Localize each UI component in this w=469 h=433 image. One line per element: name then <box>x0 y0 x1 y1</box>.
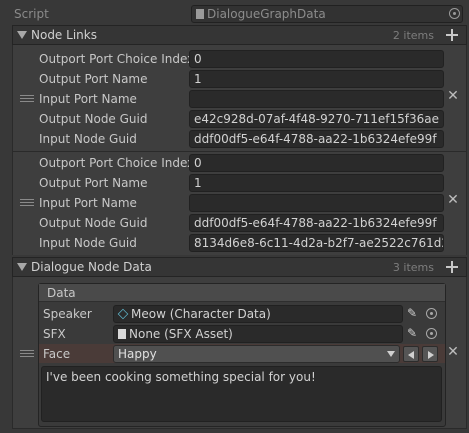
output-port-name-field-1[interactable]: 1 <box>189 70 444 88</box>
remove-item-icon[interactable]: ✕ <box>447 345 459 359</box>
drag-handle-icon[interactable] <box>20 350 34 358</box>
output-port-name-label-2: Output Port Name <box>39 176 148 190</box>
document-icon <box>118 329 126 339</box>
remove-item-icon[interactable]: ✕ <box>447 89 459 103</box>
face-value: Happy <box>118 347 157 361</box>
input-port-name-field-2[interactable] <box>189 194 444 212</box>
input-node-guid-label-1: Input Node Guid <box>39 132 137 146</box>
speaker-label: Speaker <box>43 307 92 321</box>
face-label: Face <box>43 347 71 361</box>
drag-handle-icon[interactable] <box>20 199 34 207</box>
chevron-down-icon <box>387 351 395 357</box>
data-box-title: Data <box>47 286 76 300</box>
add-dialogue-node-button[interactable] <box>444 259 460 275</box>
input-node-guid-field-2[interactable]: 8134d6e8-6c11-4d2a-b2f7-ae2522c761d2 <box>189 234 444 252</box>
sfx-label: SFX <box>43 327 66 341</box>
script-label: Script <box>14 7 49 21</box>
remove-item-icon[interactable]: ✕ <box>447 193 459 207</box>
object-picker-icon[interactable] <box>449 8 460 19</box>
output-node-guid-label-2: Output Node Guid <box>39 216 148 230</box>
outport-choice-field-1[interactable]: 0 <box>189 50 444 68</box>
arrow-right-icon <box>428 351 434 359</box>
input-node-guid-field-1[interactable]: ddf00df5-e64f-4788-aa22-1b6324efe99f <box>189 130 444 148</box>
dialogue-text-area[interactable]: I've been cooking something special for … <box>41 366 442 422</box>
output-node-guid-label-1: Output Node Guid <box>39 112 148 126</box>
sfx-field[interactable]: None (SFX Asset) <box>113 325 403 343</box>
input-port-name-label-2: Input Port Name <box>39 196 137 210</box>
character-asset-icon <box>117 308 129 320</box>
arrow-left-icon <box>408 351 414 359</box>
node-links-count: 2 items <box>392 29 434 42</box>
sfx-value: None (SFX Asset) <box>129 327 233 341</box>
script-file-icon <box>196 9 204 19</box>
node-links-title: Node Links <box>31 28 97 42</box>
drag-handle-icon[interactable] <box>20 95 34 103</box>
input-port-name-field-1[interactable] <box>189 90 444 108</box>
foldout-arrow-icon[interactable] <box>17 31 27 39</box>
script-value: DialogueGraphData <box>207 7 326 21</box>
object-picker-icon[interactable] <box>426 328 437 339</box>
item-divider <box>12 151 467 152</box>
dialogue-node-data-header[interactable]: Dialogue Node Data 3 items <box>12 257 467 277</box>
speaker-value: Meow (Character Data) <box>131 307 271 321</box>
input-port-name-label-1: Input Port Name <box>39 92 137 106</box>
face-dropdown[interactable]: Happy <box>113 345 400 363</box>
output-node-guid-field-1[interactable]: e42c928d-07af-4f48-9270-711ef15f36ae <box>189 110 444 128</box>
speaker-field[interactable]: Meow (Character Data) <box>113 305 403 323</box>
node-links-header[interactable]: Node Links 2 items <box>12 25 467 45</box>
script-field[interactable]: DialogueGraphData <box>191 5 463 23</box>
outport-choice-field-2[interactable]: 0 <box>189 154 444 172</box>
output-node-guid-field-2[interactable]: ddf00df5-e64f-4788-aa22-1b6324efe99f <box>189 214 444 232</box>
dialogue-node-data-title: Dialogue Node Data <box>31 260 152 274</box>
edit-pencil-icon[interactable]: ✎ <box>407 306 419 320</box>
next-face-button[interactable] <box>422 346 438 362</box>
dialogue-node-data-count: 3 items <box>392 261 434 274</box>
output-port-name-field-2[interactable]: 1 <box>189 174 444 192</box>
add-node-link-button[interactable] <box>444 27 460 43</box>
output-port-name-label-1: Output Port Name <box>39 72 148 86</box>
outport-choice-label-2: Outport Port Choice Index <box>39 156 195 170</box>
edit-pencil-icon[interactable]: ✎ <box>407 326 419 340</box>
outport-choice-label-1: Outport Port Choice Index <box>39 52 195 66</box>
prev-face-button[interactable] <box>403 346 419 362</box>
object-picker-icon[interactable] <box>426 308 437 319</box>
data-box-header <box>39 284 445 302</box>
input-node-guid-label-2: Input Node Guid <box>39 236 137 250</box>
foldout-arrow-icon[interactable] <box>17 263 27 271</box>
